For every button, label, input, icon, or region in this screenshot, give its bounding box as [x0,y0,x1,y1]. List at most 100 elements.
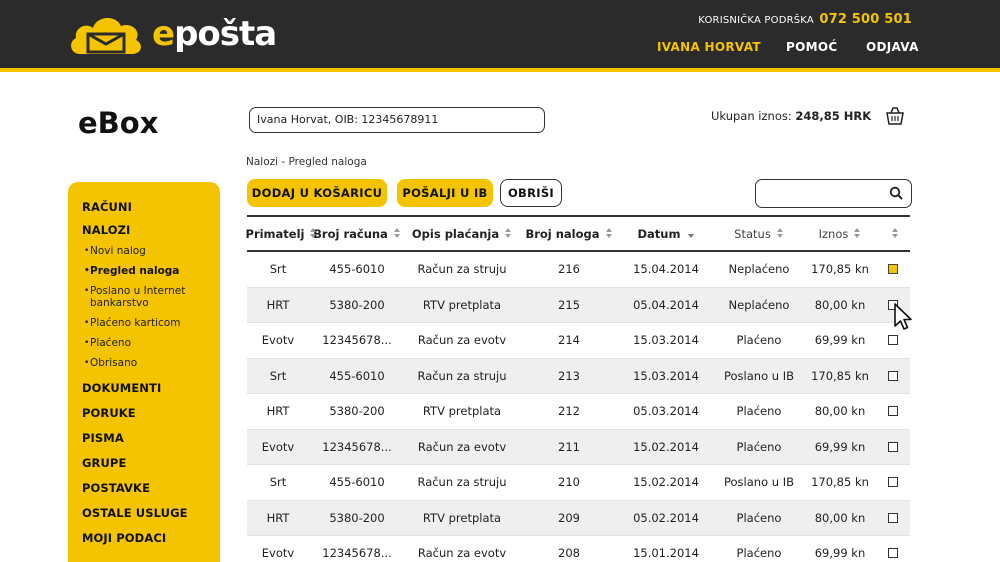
total-label: Ukupan iznos: [711,109,792,123]
column-header-broj-naloga[interactable]: Broj naloga [519,227,619,241]
sidebar-item-nalozi[interactable]: NALOZI [82,223,220,237]
table-row[interactable]: Srt 455-6010 Račun za struju 213 15.03.2014 P… [247,358,910,394]
row-checkbox[interactable] [887,441,898,452]
cell-status: Plaćeno [736,404,782,419]
cell-select [875,335,910,346]
row-checkbox[interactable] [887,512,898,523]
cell-broj-naloga: 215 [558,297,580,312]
cell-status: Plaćeno [736,510,782,525]
sort-icon[interactable] [892,228,899,239]
column-header-primatelj[interactable]: Primatelj [246,227,317,241]
support-phone[interactable]: 072 500 501 [819,12,912,27]
cell-broj-naloga: 208 [558,546,580,561]
table-row[interactable]: Evotv 12345678... Račun za evotv 208 15.01.2… [247,536,910,562]
column-header-datum[interactable]: Datum [619,227,713,241]
orders-table: Primatelj Broj računa Opis plaćanja Broj… [246,215,910,562]
cart-icon[interactable] [884,106,906,126]
row-checkbox[interactable] [887,264,898,275]
sort-icon[interactable] [393,228,401,239]
sort-icon[interactable] [505,228,512,239]
cell-status: Poslano u IB [724,475,794,490]
table-row[interactable]: Evotv 12345678... Račun za evotv 211 15.02.2… [247,429,910,465]
sort-icon[interactable] [854,228,861,239]
add-to-cart-button[interactable]: DODAJ U KOŠARICU [247,179,387,207]
column-header-iznos[interactable]: Iznos [805,227,875,241]
column-header-broj-racuna[interactable]: Broj računa [309,227,405,241]
cell-datum: 05.02.2014 [633,510,699,525]
logo-cloud-envelope-icon[interactable] [66,10,146,58]
row-checkbox[interactable] [887,477,898,488]
table-row[interactable]: HRT 5380-200 RTV pretplata 212 05.03.2014 Pla… [247,394,910,430]
cell-select [875,441,910,452]
nav-help[interactable]: POMOĆ [786,40,837,54]
row-checkbox[interactable] [887,370,898,381]
sort-icon[interactable] [605,228,613,239]
table-row[interactable]: Srt 455-6010 Račun za struju 216 15.04.2014 N… [247,252,910,288]
sidebar-subitem-placeno-karticom[interactable]: Plaćeno karticom [84,317,220,329]
sidebar-subitem-obrisano[interactable]: Obrisano [84,357,220,369]
row-checkbox[interactable] [887,406,898,417]
sidebar-item-moji-podaci[interactable]: MOJI PODACI [82,531,220,545]
cell-select [875,406,910,417]
column-header-status[interactable]: Status [713,227,805,241]
column-header-label: Datum [637,226,681,241]
table-row[interactable]: HRT 5380-200 RTV pretplata 215 05.04.2014 Nep… [247,287,910,323]
cell-datum: 15.02.2014 [633,475,699,490]
column-header-label: Iznos [818,226,849,241]
cell-iznos: 80,00 kn [814,297,866,312]
cell-primatelj: Srt [269,368,287,383]
sidebar-item-postavke[interactable]: POSTAVKE [82,481,220,495]
nav-logout[interactable]: ODJAVA [866,40,919,54]
nav-user[interactable]: IVANA HORVAT [657,40,761,54]
sort-desc-icon[interactable] [688,233,695,238]
cell-opis-placanja: Račun za struju [417,368,507,383]
sidebar-item-racuni[interactable]: RAČUNI [82,200,220,214]
cell-primatelj: Evotv [261,333,295,348]
cell-iznos: 80,00 kn [814,404,866,419]
cell-broj-naloga: 213 [558,368,580,383]
cell-iznos: 170,85 kn [811,368,869,383]
cell-datum: 15.03.2014 [633,368,699,383]
search-icon[interactable] [889,186,903,200]
cell-iznos: 170,85 kn [811,475,869,490]
mouse-pointer-icon [894,303,912,330]
row-checkbox[interactable] [887,335,898,346]
table-row[interactable]: HRT 5380-200 RTV pretplata 209 05.02.2014 Pla… [247,500,910,536]
sidebar-item-pisma[interactable]: PISMA [82,431,220,445]
sidebar-item-ostale-usluge[interactable]: OSTALE USLUGE [82,506,220,520]
table-row[interactable]: Srt 455-6010 Račun za struju 210 15.02.2014 P… [247,465,910,501]
sidebar-subitem-poslano-u-ib[interactable]: Poslano u Internet bankarstvo [84,285,204,309]
logo-text[interactable]: epošta [152,14,277,54]
cell-iznos: 80,00 kn [814,510,866,525]
cell-iznos: 69,99 kn [814,439,866,454]
sidebar-subitem-pregled-naloga[interactable]: Pregled naloga [84,265,220,277]
sidebar-item-dokumenti[interactable]: DOKUMENTI [82,381,220,395]
total-amount: Ukupan iznos: 248,85 HRK [711,109,871,123]
cell-datum: 15.04.2014 [633,262,699,277]
cell-status: Neplaćeno [728,297,790,312]
search-input[interactable] [755,179,912,208]
column-header-label: Status [734,226,771,241]
row-checkbox[interactable] [887,548,898,559]
support-label: KORISNIČKA PODRŠKA [698,15,814,26]
send-to-ib-button[interactable]: POŠALJI U IB [397,179,493,207]
cell-opis-placanja: RTV pretplata [422,297,502,312]
sidebar-subitem-novi-nalog[interactable]: Novi nalog [84,245,220,257]
sidebar-item-grupe[interactable]: GRUPE [82,456,220,470]
sidebar-item-poruke[interactable]: PORUKE [82,406,220,420]
column-header-opis-placanja[interactable]: Opis plaćanja [405,227,519,241]
breadcrumb: Nalozi - Pregled naloga [246,156,367,168]
cell-datum: 05.04.2014 [633,297,699,312]
cell-opis-placanja: Račun za struju [417,262,507,277]
cell-status: Plaćeno [736,439,782,454]
client-select-field[interactable]: Ivana Horvat, OIB: 12345678911 [249,107,545,133]
table-row[interactable]: Evotv 12345678... Račun za evotv 214 15.03.2… [247,323,910,359]
cell-status: Plaćeno [736,333,782,348]
sort-icon[interactable] [776,228,784,239]
cell-broj-naloga: 210 [558,475,580,490]
cell-iznos: 69,99 kn [814,546,866,561]
column-header-select[interactable] [875,228,910,239]
sidebar-subitem-placeno[interactable]: Plaćeno [84,337,220,349]
cell-opis-placanja: Račun za struju [417,475,507,490]
delete-button[interactable]: OBRIŠI [500,179,562,207]
